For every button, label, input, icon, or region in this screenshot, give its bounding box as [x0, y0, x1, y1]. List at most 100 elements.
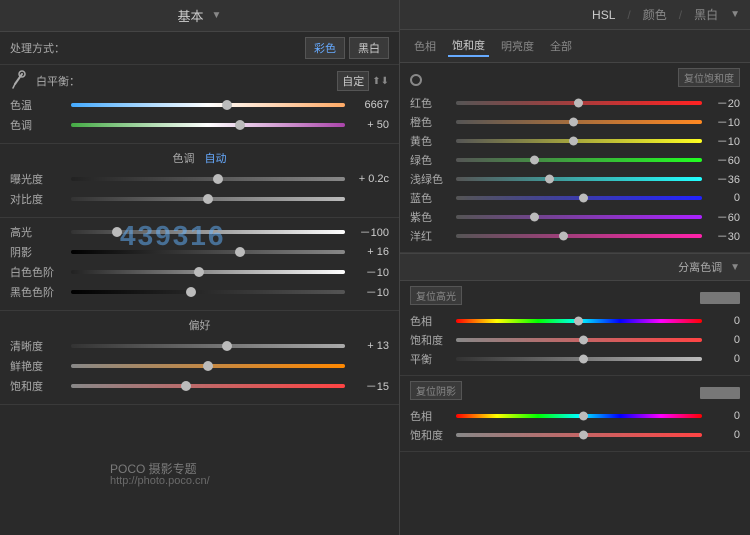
vibrance-track[interactable] [71, 364, 345, 368]
sat-magenta-label: 洋红 [410, 228, 450, 244]
sat-purple-row: 紫色 －60 [410, 209, 740, 225]
sat-red-row: 红色 －20 [410, 95, 740, 111]
black-level-row: 黑色色阶 －10 [10, 284, 389, 300]
tab-brightness[interactable]: 明亮度 [497, 36, 538, 56]
tab-saturation[interactable]: 饱和度 [448, 35, 489, 57]
split-shadow-hue-row: 色相 0 [410, 408, 740, 424]
color-tint-label: 色调 [10, 117, 65, 133]
color-tint-track[interactable] [71, 123, 345, 127]
mode-label: 处理方式： [10, 40, 65, 56]
sat-magenta-track[interactable] [456, 234, 702, 238]
wb-row: 白平衡： 自定 ⬆⬇ [10, 71, 389, 91]
highlight-thumb[interactable] [112, 227, 122, 237]
shadow-track[interactable] [71, 250, 345, 254]
sat-yellow-value: －10 [708, 133, 740, 149]
tab-all[interactable]: 全部 [546, 36, 576, 56]
tone-section: 色调 自动 曝光度 + 0.2c 对比度 [0, 144, 399, 218]
sat-blue-thumb[interactable] [579, 194, 588, 203]
white-balance-section: 白平衡： 自定 ⬆⬇ 色温 6667 色调 + 50 [0, 65, 399, 144]
shadow-thumb[interactable] [235, 247, 245, 257]
panel-arrow: ▼ [730, 9, 740, 20]
black-level-thumb[interactable] [186, 287, 196, 297]
saturation-track[interactable] [71, 384, 345, 388]
split-sat-track[interactable] [456, 338, 702, 342]
vibrance-label: 鲜艳度 [10, 358, 65, 374]
clarity-thumb[interactable] [222, 341, 232, 351]
balance-thumb[interactable] [579, 355, 588, 364]
highlight-track[interactable] [71, 230, 345, 234]
sat-green-track[interactable] [456, 158, 702, 162]
sat-yellow-thumb[interactable] [569, 137, 578, 146]
sat-blue-track[interactable] [456, 196, 702, 200]
sat-red-label: 红色 [410, 95, 450, 111]
wb-select[interactable]: 自定 [337, 71, 369, 91]
contrast-label: 对比度 [10, 191, 65, 207]
split-shadow-sat-label: 饱和度 [410, 427, 450, 443]
split-shadow-sat-thumb[interactable] [579, 431, 588, 440]
sat-yellow-track[interactable] [456, 139, 702, 143]
split-tone-arrow: ▼ [730, 262, 740, 273]
black-level-value: －10 [351, 284, 389, 300]
sat-aqua-row: 浅绿色 －36 [410, 171, 740, 187]
color-temp-thumb[interactable] [222, 100, 232, 110]
split-shadow-sat-track[interactable] [456, 433, 702, 437]
vibrance-row: 鲜艳度 [10, 358, 389, 374]
split-hue-thumb[interactable] [574, 317, 583, 326]
exposure-track[interactable] [71, 177, 345, 181]
balance-row: 平衡 0 [410, 351, 740, 367]
highlight-color-swatch [700, 292, 740, 304]
tab-hue[interactable]: 色相 [410, 36, 440, 56]
balance-track[interactable] [456, 357, 702, 361]
split-shadow-hue-value: 0 [708, 410, 740, 422]
split-hue-value: 0 [708, 315, 740, 327]
split-shadow-hue-track[interactable] [456, 414, 702, 418]
left-panel-header: 基本 ▼ [0, 0, 399, 32]
tone-auto-button[interactable]: 自动 [205, 150, 227, 166]
sat-reset-button[interactable]: 复位饱和度 [678, 68, 740, 87]
sat-aqua-thumb[interactable] [545, 175, 554, 184]
saturation-label: 饱和度 [10, 378, 65, 394]
sat-purple-thumb[interactable] [530, 213, 539, 222]
contrast-thumb[interactable] [203, 194, 213, 204]
color-label[interactable]: 颜色 [643, 6, 667, 23]
color-tint-thumb[interactable] [235, 120, 245, 130]
sat-orange-track[interactable] [456, 120, 702, 124]
sat-red-track[interactable] [456, 101, 702, 105]
split-shadow-hue-thumb[interactable] [579, 412, 588, 421]
sat-red-thumb[interactable] [574, 99, 583, 108]
sat-green-thumb[interactable] [530, 156, 539, 165]
tone-title: 色调 自动 [10, 150, 389, 166]
sat-aqua-track[interactable] [456, 177, 702, 181]
white-level-thumb[interactable] [194, 267, 204, 277]
exposure-thumb[interactable] [213, 174, 223, 184]
white-level-row: 白色色阶 －10 [10, 264, 389, 280]
split-shadow-section: 复位阴影 色相 0 饱和度 0 [400, 376, 750, 452]
sat-purple-label: 紫色 [410, 209, 450, 225]
white-level-track[interactable] [71, 270, 345, 274]
bw-label[interactable]: 黑白 [694, 6, 718, 23]
mode-row: 处理方式： 彩色 黑白 [0, 32, 399, 65]
right-panel-header: HSL / 颜色 / 黑白 ▼ [400, 0, 750, 30]
mode-color-button[interactable]: 彩色 [305, 37, 345, 59]
color-temp-value: 6667 [351, 99, 389, 111]
shadow-reset-button[interactable]: 复位阴影 [410, 381, 462, 400]
contrast-track[interactable] [71, 197, 345, 201]
color-temp-track[interactable] [71, 103, 345, 107]
sat-orange-thumb[interactable] [569, 118, 578, 127]
split-tone-title: 分离色调 [678, 259, 722, 275]
vibrance-thumb[interactable] [203, 361, 213, 371]
sat-magenta-thumb[interactable] [559, 232, 568, 241]
saturation-thumb[interactable] [181, 381, 191, 391]
black-level-track[interactable] [71, 290, 345, 294]
sat-purple-track[interactable] [456, 215, 702, 219]
split-sat-thumb[interactable] [579, 336, 588, 345]
split-hue-track[interactable] [456, 319, 702, 323]
right-panel: HSL / 颜色 / 黑白 ▼ 色相 饱和度 明亮度 全部 复位饱和度 红色 [400, 0, 750, 535]
exposure-row: 曝光度 + 0.2c [10, 171, 389, 187]
highlight-reset-button[interactable]: 复位高光 [410, 286, 462, 305]
sat-green-label: 绿色 [410, 152, 450, 168]
clarity-track[interactable] [71, 344, 345, 348]
hsl-label[interactable]: HSL [592, 8, 615, 22]
mode-bw-button[interactable]: 黑白 [349, 37, 389, 59]
clarity-row: 清晰度 + 13 [10, 338, 389, 354]
